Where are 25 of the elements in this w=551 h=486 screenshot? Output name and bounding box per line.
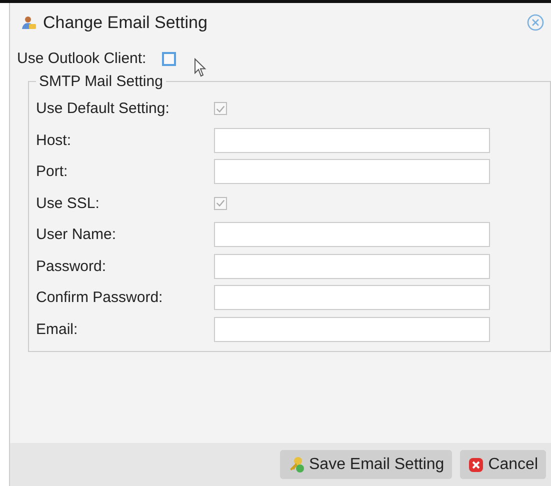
mouse-pointer-icon — [194, 58, 208, 78]
field-label: Use SSL: — [36, 194, 100, 212]
window-title: Change Email Setting — [43, 12, 208, 32]
close-icon[interactable] — [527, 14, 544, 31]
group-legend: SMTP Mail Setting — [36, 73, 166, 90]
input-field[interactable] — [214, 128, 490, 153]
field-label: User Name: — [36, 226, 118, 244]
field-label: Port: — [36, 163, 69, 180]
input-field[interactable] — [214, 222, 490, 248]
key-icon — [288, 456, 305, 473]
save-button[interactable]: Save Email Setting — [280, 450, 452, 479]
input-field[interactable] — [214, 254, 490, 279]
field-label: Confirm Password: — [36, 289, 164, 306]
cancel-button[interactable]: Cancel — [460, 450, 546, 479]
input-field[interactable] — [214, 159, 490, 184]
input-field[interactable] — [214, 316, 490, 342]
cancel-icon — [468, 456, 484, 472]
field-label: Email: — [36, 320, 79, 338]
outlook-label: Use Outlook Client: — [17, 50, 146, 67]
user-icon — [21, 14, 37, 30]
field-label: Host: — [36, 132, 72, 149]
input-field[interactable] — [214, 285, 490, 310]
field-label: Use Default Setting: — [36, 100, 170, 118]
field-label: Password: — [36, 258, 108, 275]
outlook-checkbox[interactable] — [162, 52, 176, 66]
